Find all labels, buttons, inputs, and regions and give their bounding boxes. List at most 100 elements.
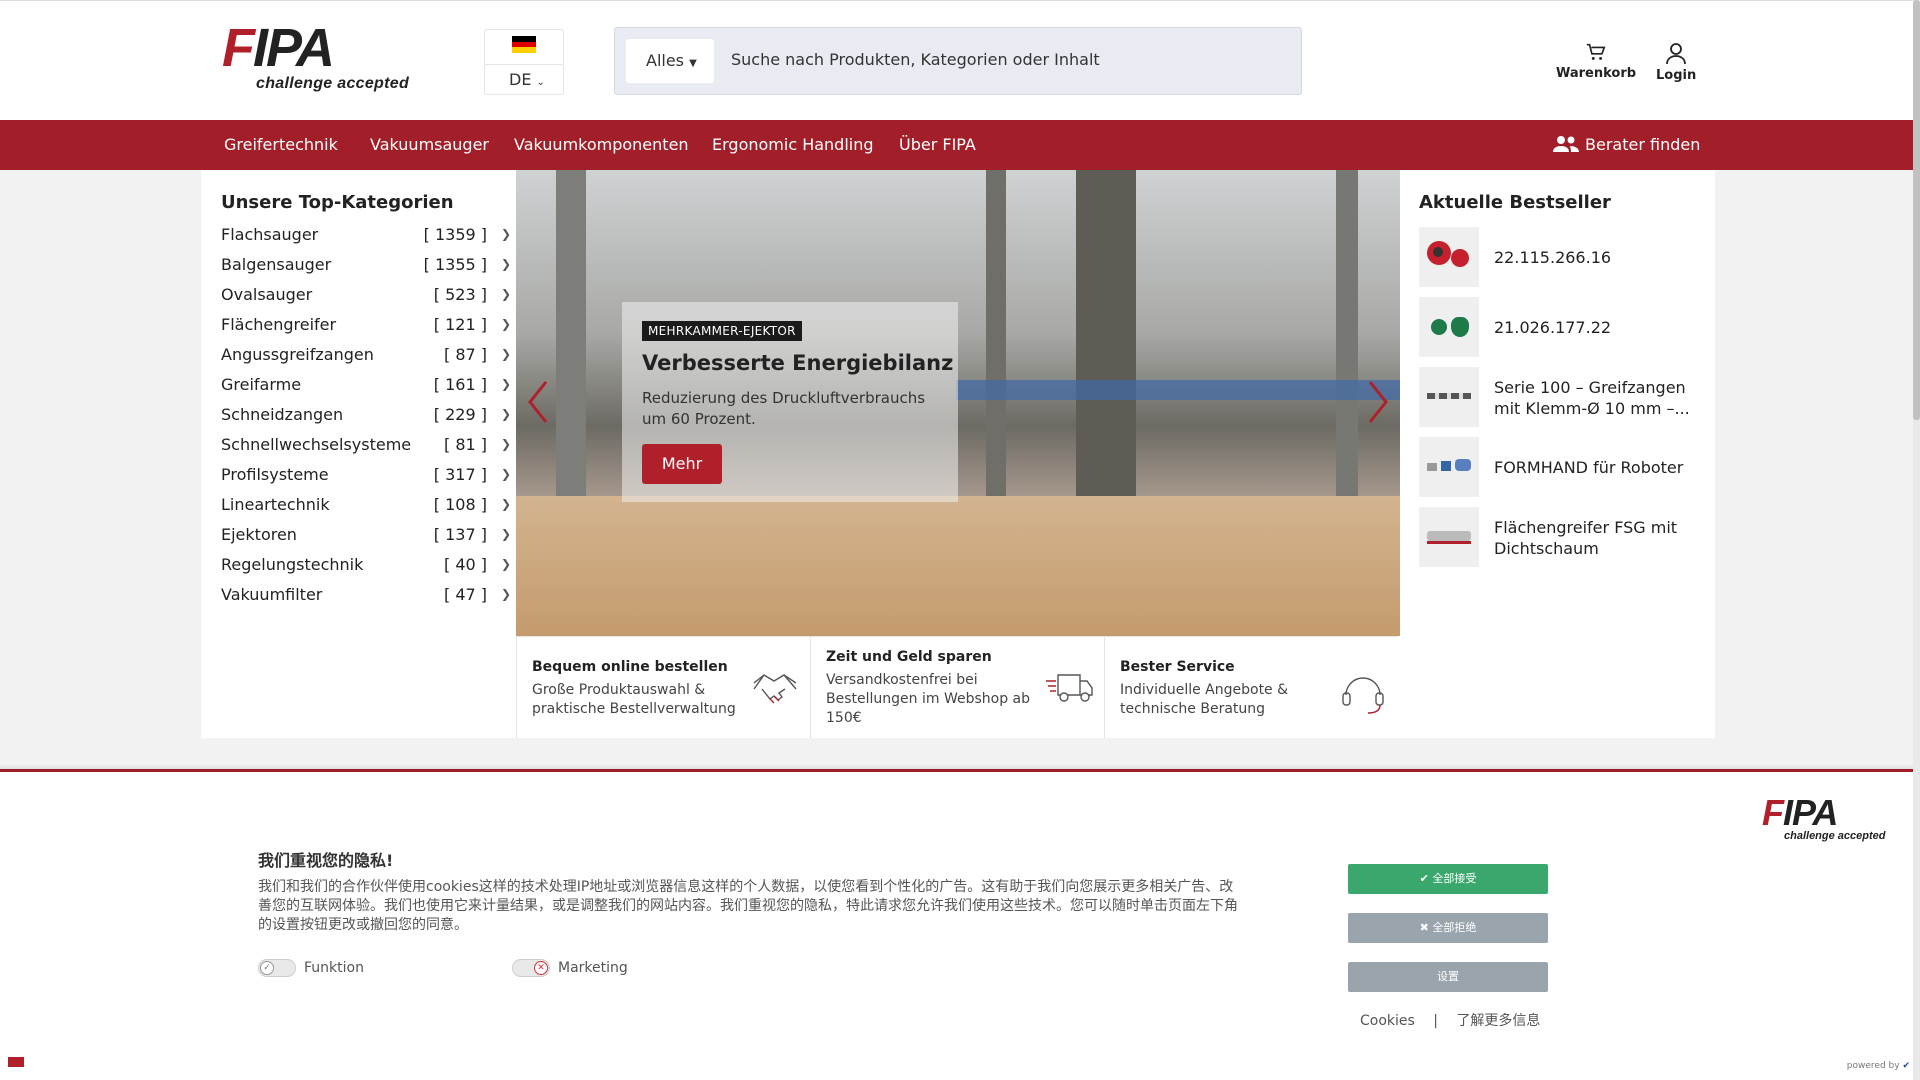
product-name: 22.115.266.16 [1494, 248, 1612, 267]
chevron-right-icon: ❯ [500, 317, 511, 331]
cookies-link[interactable]: Cookies [1360, 1013, 1415, 1029]
category-count: [ 1359 ] [423, 225, 487, 244]
scrollbar-thumb[interactable] [1913, 0, 1920, 420]
category-count: [ 1355 ] [423, 255, 487, 274]
chevron-right-icon: ❯ [500, 467, 511, 481]
category-name: Greifarme [221, 375, 302, 394]
bestseller-item[interactable]: Serie 100 – Greifzangen mit Klemm-Ø 10 m… [1419, 367, 1699, 437]
slider-prev-icon[interactable] [524, 378, 552, 426]
category-count: [ 81 ] [443, 435, 487, 454]
banner-shadow [0, 764, 1920, 770]
user-icon [1666, 43, 1687, 65]
chevron-right-icon: ❯ [500, 227, 511, 241]
product-image [1419, 227, 1479, 287]
powered-by: powered by ✔ [1846, 1061, 1910, 1071]
hero-tag: MEHRKAMMER-EJEKTOR [642, 321, 802, 341]
category-count: [ 161 ] [433, 375, 487, 394]
toggle-switch[interactable]: ✓ [258, 959, 296, 977]
search-scope-dropdown[interactable]: Alles ▼ [626, 39, 714, 83]
bestseller-item[interactable]: Flächengreifer FSG mit Dichtschaum [1419, 507, 1699, 577]
bestseller-item[interactable]: FORMHAND für Roboter [1419, 437, 1699, 507]
fipa-logo[interactable]: FIPA challenge accepted [222, 18, 432, 99]
category-item[interactable]: Profilsysteme [ 317 ] ❯ [221, 465, 511, 495]
close-icon: ✖ [1419, 921, 1429, 934]
chevron-right-icon: ❯ [500, 497, 511, 511]
chevron-right-icon: ❯ [500, 437, 511, 451]
category-item[interactable]: Schnellwechselsysteme [ 81 ] ❯ [221, 435, 511, 465]
advisor-finder-link[interactable]: Berater finden [1553, 135, 1700, 154]
machine-frame [1076, 170, 1136, 500]
toggle-function[interactable]: ✓ Funktion [258, 959, 364, 977]
hero-more-button[interactable]: Mehr [642, 444, 722, 484]
truck-icon [1046, 674, 1093, 702]
search-input[interactable]: Suche nach Produkten, Kategorien oder In… [731, 50, 1100, 69]
product-name: 21.026.177.22 [1494, 318, 1612, 337]
hero-title: Verbesserte Energiebilanz [642, 351, 954, 375]
usp-title: Bequem online bestellen [532, 659, 728, 675]
lang-divider [485, 64, 563, 65]
bestseller-item[interactable]: 22.115.266.16 [1419, 227, 1699, 297]
nav-item-greifertechnik[interactable]: Greifertechnik [224, 135, 338, 154]
site-header: FIPA challenge accepted DE ⌄ Alles ▼ Suc… [0, 0, 1920, 120]
usp-text: Versandkostenfrei bei Bestellungen im We… [826, 672, 1030, 726]
category-name: Flächengreifer [221, 315, 337, 334]
more-info-link[interactable]: 了解更多信息 [1456, 1013, 1540, 1029]
users-icon [1553, 136, 1579, 152]
product-name: Serie 100 – Greifzangen mit Klemm-Ø 10 m… [1494, 378, 1690, 418]
top-categories: Unsere Top-Kategorien Flachsauger [ 1359 … [221, 192, 511, 615]
category-item[interactable]: Schneidzangen [ 229 ] ❯ [221, 405, 511, 435]
category-item[interactable]: Lineartechnik [ 108 ] ❯ [221, 495, 511, 525]
product-image [1419, 507, 1479, 567]
cardboard-box [516, 496, 1400, 636]
category-name: Regelungstechnik [221, 555, 364, 574]
china-flag-icon[interactable] [8, 1057, 24, 1067]
main-panel: Unsere Top-Kategorien Flachsauger [ 1359 … [201, 170, 1715, 738]
logo-tagline: challenge accepted [1784, 830, 1886, 842]
category-item[interactable]: Greifarme [ 161 ] ❯ [221, 375, 511, 405]
page-scrollbar[interactable] [1913, 0, 1920, 1080]
language-code: DE ⌄ [509, 70, 545, 89]
language-selector[interactable]: DE ⌄ [484, 29, 564, 95]
bestseller-item[interactable]: 21.026.177.22 [1419, 297, 1699, 367]
category-item[interactable]: Ejektoren [ 137 ] ❯ [221, 525, 511, 555]
category-item[interactable]: Regelungstechnik [ 40 ] ❯ [221, 555, 511, 585]
settings-button[interactable]: 设置 [1348, 962, 1548, 992]
logo-mark: FIPA [222, 18, 335, 78]
machine-frame [556, 170, 586, 530]
bestsellers: Aktuelle Bestseller 22.115.266.16 21.026… [1419, 192, 1699, 577]
product-name: Flächengreifer FSG mit Dichtschaum [1494, 518, 1678, 558]
category-item[interactable]: Flächengreifer [ 121 ] ❯ [221, 315, 511, 345]
pneumatic-tubes [956, 380, 1400, 400]
category-count: [ 317 ] [433, 465, 487, 484]
nav-item-ueber-fipa[interactable]: Über FIPA [899, 135, 976, 154]
category-item[interactable]: Balgensauger [ 1355 ] ❯ [221, 255, 511, 285]
accept-all-button[interactable]: ✔ 全部接受 [1348, 864, 1548, 894]
product-name: FORMHAND für Roboter [1494, 458, 1684, 477]
bestsellers-title: Aktuelle Bestseller [1419, 192, 1611, 213]
product-image [1419, 297, 1479, 357]
toggle-marketing[interactable]: ✕ Marketing [512, 959, 628, 977]
category-item[interactable]: Flachsauger [ 1359 ] ❯ [221, 225, 511, 255]
category-item[interactable]: Ovalsauger [ 523 ] ❯ [221, 285, 511, 315]
category-item[interactable]: Vakuumfilter [ 47 ] ❯ [221, 585, 511, 615]
usp-save-time-money: Zeit und Geld sparen Versandkostenfrei b… [810, 636, 1104, 738]
category-count: [ 523 ] [433, 285, 487, 304]
category-name: Profilsysteme [221, 465, 329, 484]
slider-next-icon[interactable] [1364, 378, 1392, 426]
checkmark-logo-icon: ✔ [1902, 1061, 1910, 1071]
hero-subtitle: Reduzierung des Druckluftverbrauchs um 6… [642, 389, 926, 428]
reject-all-button[interactable]: ✖ 全部拒绝 [1348, 913, 1548, 943]
category-count: [ 108 ] [433, 495, 487, 514]
nav-item-vakuumsauger[interactable]: Vakuumsauger [370, 135, 489, 154]
cookie-fipa-logo: FIPA challenge accepted [1762, 795, 1886, 843]
toggle-switch[interactable]: ✕ [512, 959, 550, 977]
cart-button[interactable]: Warenkorb [1556, 41, 1636, 81]
category-name: Vakuumfilter [221, 585, 323, 604]
nav-item-vakuumkomponenten[interactable]: Vakuumkomponenten [514, 135, 689, 154]
nav-item-ergonomic-handling[interactable]: Ergonomic Handling [712, 135, 874, 154]
category-item[interactable]: Angussgreifzangen [ 87 ] ❯ [221, 345, 511, 375]
category-name: Lineartechnik [221, 495, 330, 514]
link-separator: | [1433, 1013, 1438, 1029]
login-button[interactable]: Login [1656, 41, 1696, 83]
german-flag-icon [512, 36, 536, 53]
